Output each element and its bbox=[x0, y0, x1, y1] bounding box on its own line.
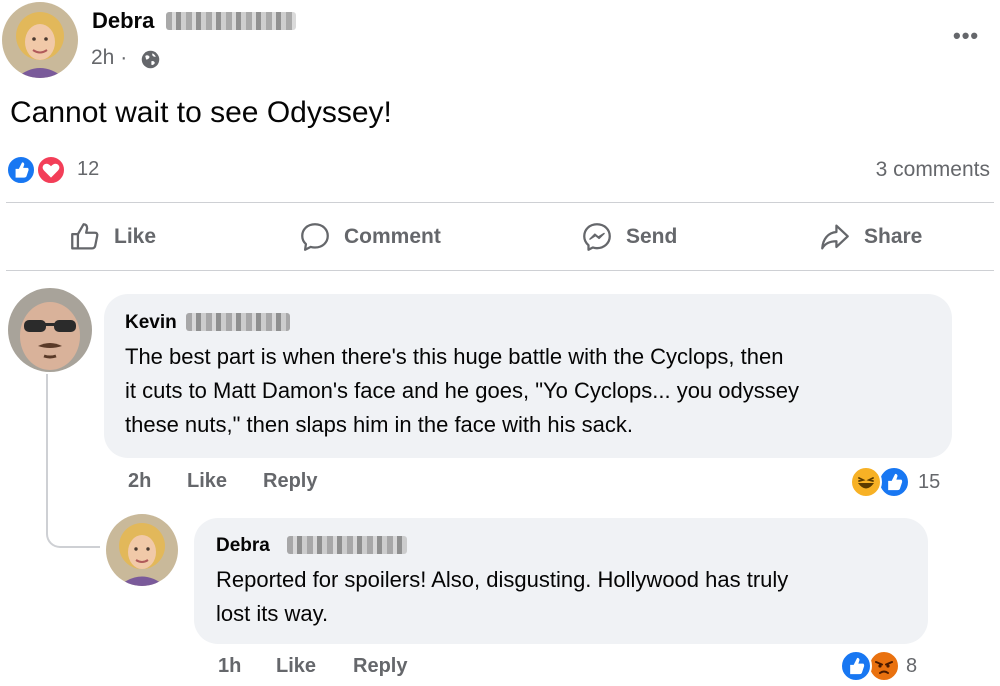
messenger-icon bbox=[583, 223, 611, 251]
like-reaction-icon[interactable] bbox=[878, 466, 910, 498]
angry-reaction-icon[interactable] bbox=[868, 650, 900, 682]
share-button[interactable]: Share bbox=[818, 220, 922, 254]
redacted-surname bbox=[287, 536, 407, 554]
like-reaction-icon[interactable] bbox=[840, 650, 872, 682]
comment-like-button[interactable]: Like bbox=[187, 470, 227, 493]
reply-author-name[interactable]: Debra bbox=[216, 535, 270, 557]
comment-text-line: these nuts," then slaps him in the face … bbox=[125, 412, 633, 437]
like-button[interactable]: Like bbox=[68, 220, 156, 254]
reply-like-button[interactable]: Like bbox=[276, 655, 316, 678]
comment-text-line: The best part is when there's this huge … bbox=[125, 344, 784, 369]
comment-reply-button[interactable]: Reply bbox=[263, 470, 317, 493]
post-author-avatar[interactable] bbox=[2, 2, 78, 78]
redacted-surname bbox=[166, 12, 296, 30]
comment-icon bbox=[301, 223, 329, 251]
love-reaction-icon bbox=[36, 155, 66, 185]
haha-reaction-icon[interactable] bbox=[850, 466, 882, 498]
globe-icon bbox=[141, 50, 160, 69]
reply-author-avatar[interactable] bbox=[106, 514, 178, 586]
share-label: Share bbox=[864, 225, 923, 248]
post-comment-count[interactable]: 3 comments bbox=[876, 158, 990, 182]
reply-text-line: Reported for spoilers! Also, disgusting.… bbox=[216, 567, 789, 592]
send-button[interactable]: Send bbox=[580, 220, 677, 254]
redacted-surname bbox=[186, 313, 290, 331]
like-reaction-icon bbox=[6, 155, 36, 185]
comment-time[interactable]: 2h bbox=[128, 470, 151, 493]
share-arrow-icon bbox=[821, 224, 849, 250]
comment-text-line: it cuts to Matt Damon's face and he goes… bbox=[125, 378, 799, 403]
send-label: Send bbox=[626, 225, 678, 248]
divider-top bbox=[6, 202, 994, 203]
reply-time[interactable]: 1h bbox=[218, 655, 241, 678]
comment-reaction-count[interactable]: 15 bbox=[918, 471, 940, 494]
comment-label: Comment bbox=[344, 225, 441, 248]
post-reaction-count[interactable]: 12 bbox=[77, 158, 99, 181]
divider-bottom bbox=[6, 270, 994, 271]
reply-thread-line bbox=[46, 374, 100, 548]
reply-text-line: lost its way. bbox=[216, 601, 329, 626]
comment-button[interactable]: Comment bbox=[298, 220, 441, 254]
post-text: Cannot wait to see Odyssey! bbox=[10, 96, 392, 129]
commenter-avatar[interactable] bbox=[8, 288, 92, 372]
reply-reply-button[interactable]: Reply bbox=[353, 655, 407, 678]
reply-reaction-count[interactable]: 8 bbox=[906, 655, 917, 678]
post-timestamp[interactable]: 2h · bbox=[91, 46, 127, 70]
comment-author-name[interactable]: Kevin bbox=[125, 312, 177, 334]
post-author-name[interactable]: Debra bbox=[92, 8, 154, 34]
more-options-icon[interactable]: ••• bbox=[953, 25, 979, 47]
thumbs-up-icon bbox=[71, 223, 99, 250]
like-label: Like bbox=[114, 225, 157, 248]
